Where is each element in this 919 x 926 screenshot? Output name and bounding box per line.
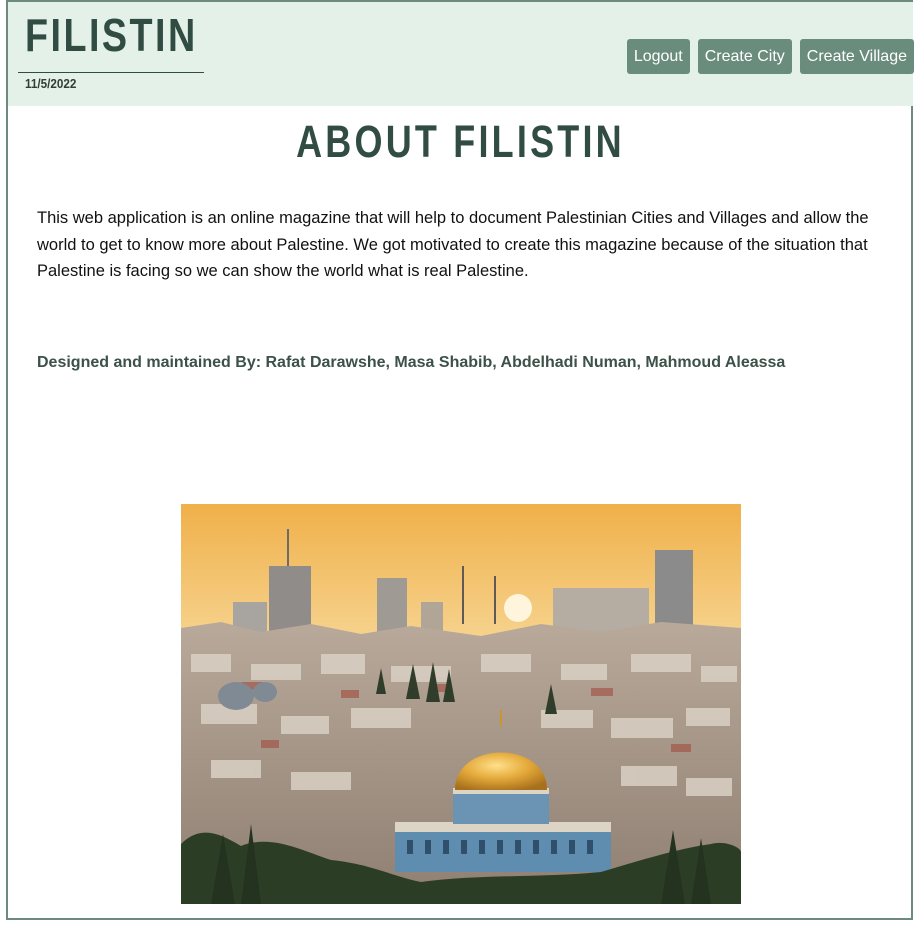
create-city-button[interactable]: Create City <box>697 39 792 74</box>
credits-text: Designed and maintained By: Rafat Daraws… <box>37 354 786 371</box>
site-logo[interactable]: FILISTIN <box>25 8 198 62</box>
about-description: This web application is an online magazi… <box>37 209 869 280</box>
page-title-text: ABOUT FILISTIN <box>296 116 625 167</box>
page-frame: FILISTIN 11/5/2022 Logout Create City Cr… <box>6 0 914 920</box>
jerusalem-photo <box>181 504 741 904</box>
nav-bar: Logout Create City Create Village <box>626 39 914 74</box>
logout-button[interactable]: Logout <box>626 39 690 74</box>
jerusalem-skyline-image <box>181 504 741 904</box>
page-title: ABOUT FILISTIN <box>8 116 913 168</box>
create-village-button[interactable]: Create Village <box>799 39 914 74</box>
header: FILISTIN 11/5/2022 Logout Create City Cr… <box>8 2 914 106</box>
logo-underline <box>18 72 204 73</box>
current-date: 11/5/2022 <box>25 76 77 91</box>
